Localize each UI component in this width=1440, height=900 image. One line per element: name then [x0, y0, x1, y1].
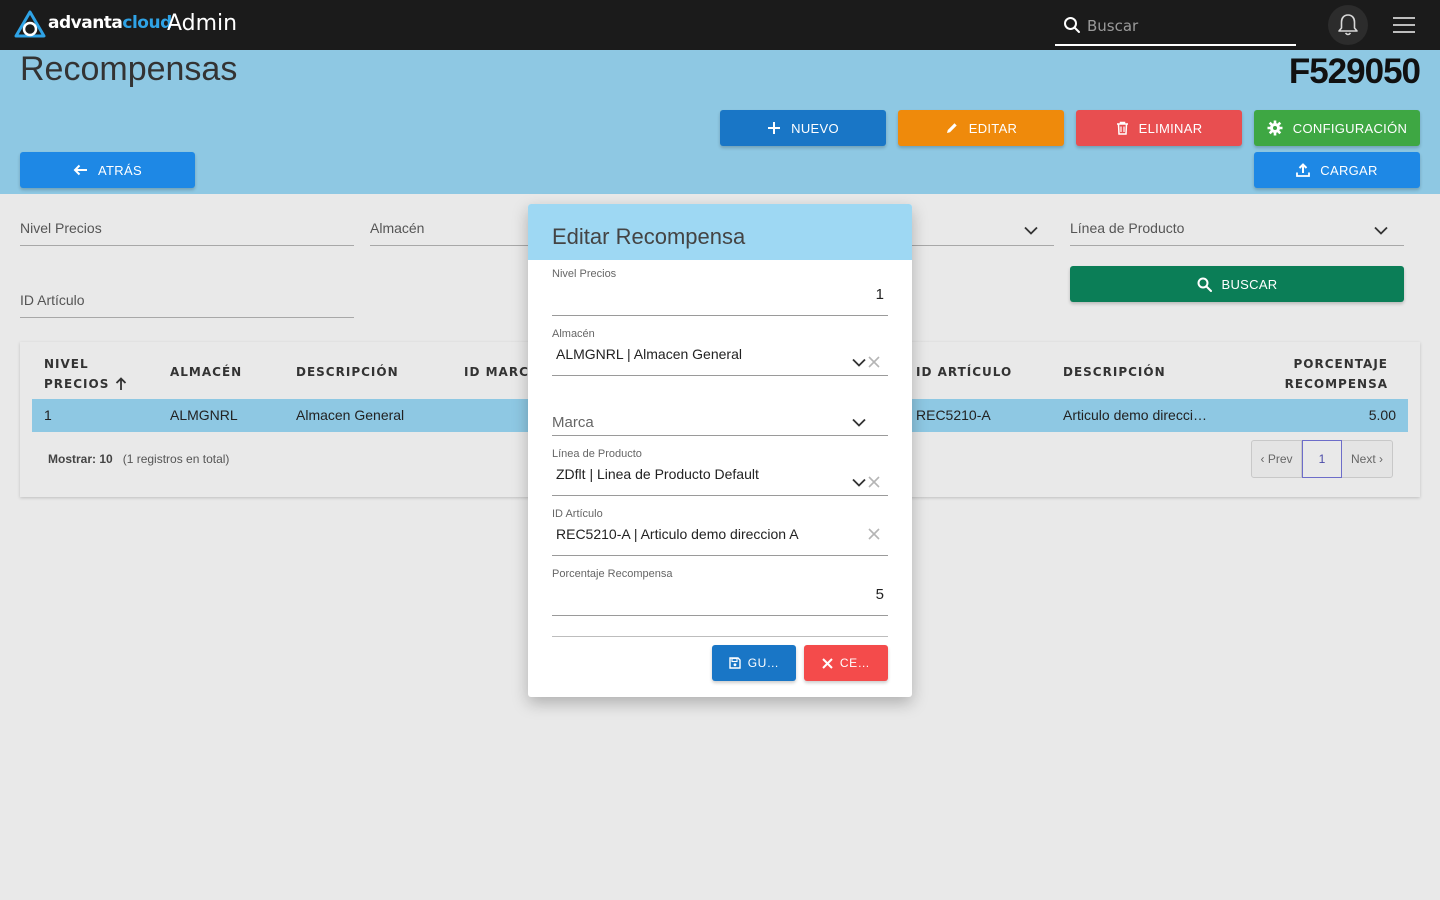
chevron-down-icon[interactable]	[852, 478, 866, 487]
pagination-current-page[interactable]: 1	[1302, 440, 1342, 478]
plus-icon	[768, 122, 781, 134]
back-button-label: ATRÁS	[98, 162, 142, 178]
cell-descripcion-articulo: Articulo demo direcci…	[1063, 407, 1207, 423]
linea-producto-value: ZDflt | Linea de Producto Default	[556, 466, 759, 482]
dialog-title: Editar Recompensa	[552, 224, 746, 249]
arrow-left-icon	[73, 164, 88, 176]
header-almacen[interactable]: ALMACÉN	[170, 362, 242, 382]
save-button[interactable]: GU…	[712, 645, 796, 681]
gear-icon	[1267, 120, 1283, 136]
id-articulo-label: ID Artículo	[552, 508, 603, 520]
porcentaje-recompensa-label: Porcentaje Recompensa	[552, 568, 673, 580]
page-size-selector[interactable]: Mostrar: 10	[48, 452, 113, 466]
nivel-precios-value: 1	[875, 286, 884, 303]
bell-icon	[1338, 14, 1358, 36]
clear-icon[interactable]	[868, 528, 880, 540]
cell-id-articulo: REC5210-A	[916, 407, 991, 423]
edit-button[interactable]: EDITAR	[898, 110, 1064, 146]
page-title: Recompensas	[20, 50, 238, 88]
cancel-button-label: CE…	[839, 656, 871, 670]
nivel-precios-label: Nivel Precios	[552, 268, 617, 280]
cancel-button[interactable]: CE…	[804, 645, 888, 681]
search-icon	[1064, 17, 1080, 33]
cell-almacen: ALMGNRL	[170, 407, 238, 423]
save-icon	[729, 657, 741, 669]
search-icon	[1197, 277, 1212, 292]
nivel-precios-field[interactable]: Nivel Precios 1	[552, 268, 888, 316]
notifications-button[interactable]	[1328, 5, 1368, 45]
delete-button[interactable]: ELIMINAR	[1076, 110, 1242, 146]
brand-name: advantacloud	[48, 13, 172, 33]
upload-icon	[1296, 163, 1311, 177]
new-button-label: NUEVO	[791, 120, 839, 136]
search-button-label: BUSCAR	[1221, 276, 1278, 292]
id-articulo-value: REC5210-A | Articulo demo direccion A	[556, 526, 799, 542]
almacen-select[interactable]: Almacén ALMGNRL | Almacen General	[552, 328, 888, 376]
cell-porcentaje: 5.00	[1368, 407, 1396, 423]
id-articulo-select[interactable]: ID Artículo REC5210-A | Articulo demo di…	[552, 508, 888, 556]
chevron-down-icon	[1024, 226, 1038, 235]
filter-almacen-label: Almacén	[370, 220, 425, 236]
almacen-label: Almacén	[552, 328, 595, 340]
filter-linea-producto[interactable]: Línea de Producto	[1070, 214, 1404, 246]
top-bar: advantacloud Admin	[0, 0, 1440, 50]
filter-linea-producto-label: Línea de Producto	[1070, 220, 1185, 236]
linea-producto-label: Línea de Producto	[552, 448, 642, 460]
porcentaje-recompensa-value: 5	[875, 586, 884, 603]
dialog-divider	[552, 636, 888, 637]
section-title: Admin	[167, 11, 238, 36]
almacen-value: ALMGNRL | Almacen General	[556, 346, 742, 362]
filter-nivel-precios[interactable]: Nivel Precios	[20, 214, 354, 246]
pagination: ‹ Prev 1 Next ›	[1251, 440, 1393, 478]
hamburger-menu-icon[interactable]	[1393, 17, 1415, 35]
global-search	[1055, 6, 1296, 46]
header-nivel-precios[interactable]: NIVEL PRECIOS	[44, 354, 127, 394]
configuration-button-label: CONFIGURACIÓN	[1292, 120, 1408, 136]
edit-button-label: EDITAR	[968, 120, 1018, 136]
sort-ascending-icon	[116, 377, 127, 390]
marca-select[interactable]: Marca	[552, 388, 888, 436]
search-input[interactable]	[1087, 14, 1287, 38]
header-porcentaje-recompensa[interactable]: PORCENTAJE RECOMPENSA	[1285, 354, 1388, 394]
cell-nivel: 1	[44, 407, 52, 423]
new-button[interactable]: NUEVO	[720, 110, 886, 146]
header-descripcion-articulo[interactable]: DESCRIPCIÓN	[1063, 362, 1166, 382]
total-records: (1 registros en total)	[122, 452, 230, 466]
upload-button-label: CARGAR	[1320, 162, 1378, 178]
porcentaje-recompensa-field[interactable]: Porcentaje Recompensa 5	[552, 568, 888, 616]
filter-id-articulo[interactable]: ID Artículo	[20, 286, 354, 318]
filter-nivel-precios-label: Nivel Precios	[20, 220, 102, 236]
pencil-icon	[946, 123, 957, 133]
header-id-articulo[interactable]: ID ARTÍCULO	[916, 362, 1012, 382]
chevron-down-icon[interactable]	[852, 418, 866, 427]
pagination-prev-button[interactable]: ‹ Prev	[1252, 441, 1302, 477]
clear-icon[interactable]	[868, 356, 880, 368]
advantacloud-logo-icon	[14, 10, 46, 38]
delete-button-label: ELIMINAR	[1138, 120, 1203, 136]
cell-descripcion: Almacen General	[296, 407, 405, 423]
back-button[interactable]: ATRÁS	[20, 152, 195, 188]
configuration-button[interactable]: CONFIGURACIÓN	[1254, 110, 1420, 146]
search-button[interactable]: BUSCAR	[1070, 266, 1404, 302]
page-size-info: Mostrar: 10 (1 registros en total)	[48, 452, 229, 466]
trash-icon	[1116, 121, 1128, 135]
marca-placeholder: Marca	[552, 414, 594, 431]
clear-icon[interactable]	[868, 476, 880, 488]
chevron-down-icon[interactable]	[852, 358, 866, 367]
pagination-next-button[interactable]: Next ›	[1342, 441, 1392, 477]
edit-reward-dialog: Editar Recompensa Nivel Precios 1 Almacé…	[528, 204, 912, 697]
linea-producto-select[interactable]: Línea de Producto ZDflt | Linea de Produ…	[552, 448, 888, 496]
upload-button[interactable]: CARGAR	[1254, 152, 1420, 188]
header-descripcion[interactable]: DESCRIPCIÓN	[296, 362, 399, 382]
close-icon	[822, 657, 833, 669]
save-button-label: GU…	[747, 656, 780, 670]
filter-id-articulo-label: ID Artículo	[20, 292, 85, 308]
chevron-down-icon	[1374, 226, 1388, 235]
company-code: F529050	[1288, 52, 1421, 91]
